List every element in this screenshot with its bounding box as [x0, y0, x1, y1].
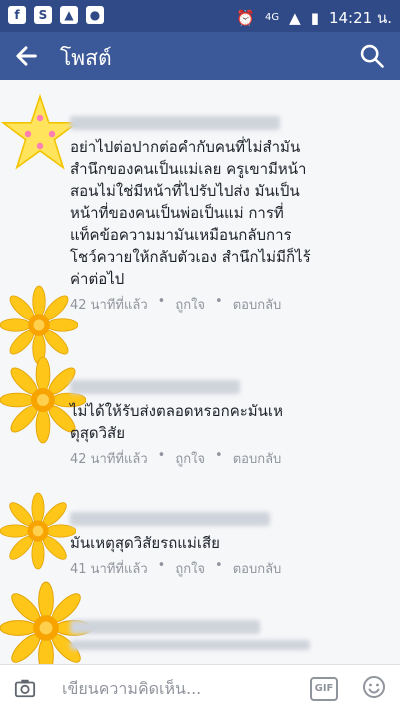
commenter-name-blurred [70, 380, 240, 394]
s-app-icon: S [34, 6, 52, 24]
comment-time: 42 นาทีที่แล้ว [70, 298, 148, 313]
alarm-icon: ⏰ [236, 9, 256, 27]
reply-link[interactable]: ตอบกลับ [233, 558, 282, 579]
comment-time: 41 นาทีที่แล้ว [70, 562, 148, 577]
commenter-name-blurred [70, 116, 280, 130]
camera-icon[interactable] [14, 677, 36, 699]
page-title: โพสต์ [60, 46, 112, 70]
image-icon: ▲ [60, 6, 78, 24]
status-bar: f S ▲ ● ⏰ 4G ▲ ▮ 14:21 น. [0, 0, 400, 32]
comment: ไม่ได้ให้รับส่งตลอดหรอกคะมันเห ตุสุดวิสั… [70, 380, 390, 469]
signal-icon: ▲ [289, 9, 301, 27]
app-bar: โพสต์ [0, 32, 400, 80]
commenter-name-blurred [70, 512, 270, 526]
like-link[interactable]: ถูกใจ [175, 294, 205, 315]
comment: อย่าไปต่อปากต่อคำกับคนที่ไม่สำมัน สำนึกข… [70, 116, 390, 315]
comment-partial [70, 620, 390, 656]
search-icon[interactable] [358, 42, 386, 70]
arrow-left-icon[interactable] [12, 42, 40, 70]
gif-button[interactable]: GIF [310, 677, 338, 701]
comment: มันเหตุสุดวิสัยรถแม่เสีย 41 นาทีที่แล้ว … [70, 512, 390, 579]
like-link[interactable]: ถูกใจ [175, 558, 205, 579]
like-link[interactable]: ถูกใจ [175, 448, 205, 469]
comment-text: อย่าไปต่อปากต่อคำกับคนที่ไม่สำมัน สำนึกข… [70, 138, 311, 288]
network-label: 4G [265, 12, 280, 23]
comment-meta: 41 นาทีที่แล้ว • ถูกใจ • ตอบกลับ [70, 558, 282, 579]
comment-meta: 42 นาทีที่แล้ว • ถูกใจ • ตอบกลับ [70, 448, 282, 469]
emoji-icon[interactable] [362, 675, 386, 699]
reply-link[interactable]: ตอบกลับ [233, 448, 282, 469]
battery-icon: ▮ [310, 9, 319, 27]
comment-time: 42 นาทีที่แล้ว [70, 452, 148, 467]
facebook-icon: f [8, 6, 26, 24]
commenter-name-blurred [70, 620, 260, 634]
reply-link[interactable]: ตอบกลับ [233, 294, 282, 315]
comment-text: มันเหตุสุดวิสัยรถแม่เสีย [70, 534, 220, 552]
clock: 14:21 น. [328, 9, 392, 27]
star-sticker-icon [0, 94, 80, 170]
comment-composer: เขียนความคิดเห็น... GIF [0, 664, 400, 712]
status-app-icons: f S ▲ ● [8, 6, 104, 24]
comment-meta: 42 นาทีที่แล้ว • ถูกใจ • ตอบกลับ [70, 294, 282, 315]
sunflower-sticker-icon [0, 492, 76, 570]
comment-input[interactable]: เขียนความคิดเห็น... [62, 677, 201, 702]
comment-text-cut-off [70, 640, 310, 650]
comment-text: ไม่ได้ให้รับส่งตลอดหรอกคะมันเห ตุสุดวิสั… [70, 402, 283, 442]
piggy-icon: ● [86, 6, 104, 24]
comments-list: อย่าไปต่อปากต่อคำกับคนที่ไม่สำมัน สำนึกข… [0, 80, 400, 664]
